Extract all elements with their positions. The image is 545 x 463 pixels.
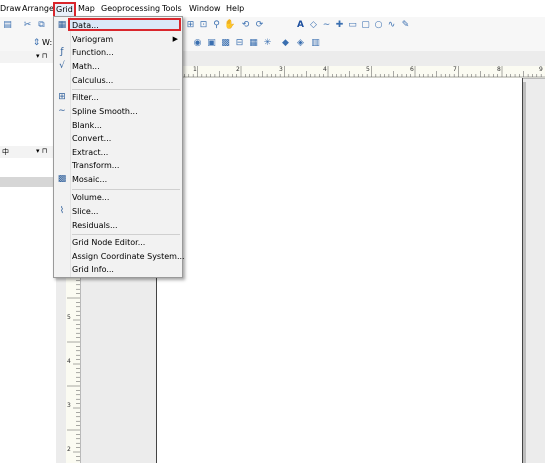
menu-item-math[interactable]: Math... (72, 60, 100, 73)
ruler-num: 4 (67, 358, 71, 365)
surface-icon[interactable]: ◆ (280, 38, 291, 49)
grid-data-icon: ▦ (57, 20, 67, 30)
symbol-icon[interactable]: ✚ (334, 20, 345, 31)
menu-window[interactable]: Window (189, 3, 221, 16)
polyline-icon[interactable]: ∼ (321, 20, 332, 31)
color-relief-icon[interactable]: ▩ (220, 38, 231, 49)
menu-item-mosaic[interactable]: Mosaic... (72, 173, 107, 186)
ruler-num: 6 (410, 66, 414, 73)
menu-item-variogram[interactable]: Variogram (72, 33, 178, 46)
menu-draw[interactable]: Draw (0, 3, 21, 16)
open-icon[interactable]: ▤ (2, 20, 13, 31)
menu-geoprocessing[interactable]: Geoprocessing (101, 3, 160, 16)
ruler-num: 3 (279, 66, 283, 73)
contour-map-icon[interactable]: ◉ (192, 38, 203, 49)
menu-separator (72, 234, 180, 235)
menu-item-data[interactable]: Data... (72, 19, 99, 32)
image-map-icon[interactable]: ▦ (248, 38, 259, 49)
post-map-icon[interactable]: ⊟ (234, 38, 245, 49)
vector-map-icon[interactable]: ✳ (262, 38, 273, 49)
filter-icon: ⊞ (58, 92, 66, 102)
zoom-fit-icon[interactable]: ⊡ (198, 20, 209, 31)
reshape-icon[interactable]: ✎ (400, 20, 411, 31)
ruler-num: 2 (236, 66, 240, 73)
menu-item-transform[interactable]: Transform... (72, 159, 119, 172)
menu-item-slice[interactable]: Slice... (72, 205, 98, 218)
pan-hand-icon[interactable]: ✋ (224, 20, 235, 31)
mosaic-icon: ▩ (57, 174, 67, 184)
width-label: W: (42, 38, 53, 47)
plot-page[interactable] (156, 78, 523, 463)
spline-icon: ∼ (58, 106, 66, 116)
menu-item-convert[interactable]: Convert... (72, 132, 111, 145)
text-tool-icon[interactable]: A (295, 20, 306, 31)
function-icon: ƒ (60, 47, 64, 57)
menu-item-grid-node-editor[interactable]: Grid Node Editor... (72, 236, 145, 249)
slice-icon: ⌇ (59, 206, 65, 216)
ruler-num: 4 (323, 66, 327, 73)
horizontal-ruler-ticks (154, 66, 545, 78)
ruler-num: 1 (193, 66, 197, 73)
ruler-num: 5 (67, 314, 71, 321)
spin-icon[interactable]: ⇕ (31, 38, 42, 49)
polygon-icon[interactable]: ◇ (308, 20, 319, 31)
wireframe-icon[interactable]: ◈ (295, 38, 306, 49)
ruler-num: 3 (67, 402, 71, 409)
menu-item-calculus[interactable]: Calculus... (72, 74, 113, 87)
zoom-icon[interactable]: ⊞ (185, 20, 196, 31)
menu-item-extract[interactable]: Extract... (72, 146, 108, 159)
ruler-num: 2 (67, 446, 71, 453)
ruler-num: 7 (453, 66, 457, 73)
property-manager-panel (0, 158, 57, 463)
rotate-icon[interactable]: ⟲ (240, 20, 251, 31)
menu-separator (72, 89, 180, 90)
3d-icon[interactable]: ▥ (310, 38, 321, 49)
copy-icon[interactable]: ⧉ (36, 20, 47, 31)
menu-tools[interactable]: Tools (162, 3, 182, 16)
cut-icon[interactable]: ✂ (22, 20, 33, 31)
ruler-num: 8 (497, 66, 501, 73)
menu-item-grid-info[interactable]: Grid Info... (72, 263, 114, 276)
menu-item-blank[interactable]: Blank... (72, 119, 102, 132)
ruler-num: 5 (366, 66, 370, 73)
redo-icon[interactable]: ⟳ (254, 20, 265, 31)
panel-close-icon-2[interactable]: ▾ ⊓ (36, 147, 47, 155)
ruler-num: 9 (539, 66, 543, 73)
panel-close-icon[interactable]: ▾ ⊓ (36, 52, 47, 60)
menu-item-function[interactable]: Function... (72, 46, 114, 59)
panel-tab-strip (0, 177, 56, 187)
menu-item-filter[interactable]: Filter... (72, 91, 99, 104)
menu-item-volume[interactable]: Volume... (72, 191, 109, 204)
menu-map[interactable]: Map (78, 3, 95, 16)
magnify-icon[interactable]: ⚲ (211, 20, 222, 31)
grid-dropdown-menu: ▦ Data... Variogram ▶ ƒ Function... √ Ma… (53, 16, 185, 278)
rounded-rect-icon[interactable]: ▢ (360, 20, 371, 31)
object-manager-panel (0, 63, 57, 146)
page-shadow (523, 82, 526, 463)
menu-separator (72, 189, 180, 190)
menu-item-residuals[interactable]: Residuals... (72, 219, 118, 232)
panel-title: 中 (2, 148, 9, 156)
rectangle-icon[interactable]: ▭ (347, 20, 358, 31)
spline-tool-icon[interactable]: ∿ (386, 20, 397, 31)
math-icon: √ (59, 61, 65, 71)
base-map-icon[interactable]: ▣ (206, 38, 217, 49)
menu-arrange[interactable]: Arrange (22, 3, 54, 16)
menu-item-spline-smooth[interactable]: Spline Smooth... (72, 105, 138, 118)
submenu-arrow-icon: ▶ (172, 35, 178, 43)
menu-help[interactable]: Help (226, 3, 244, 16)
ellipse-icon[interactable]: ○ (373, 20, 384, 31)
menu-item-assign-coordinate-system[interactable]: Assign Coordinate System... (72, 250, 185, 263)
